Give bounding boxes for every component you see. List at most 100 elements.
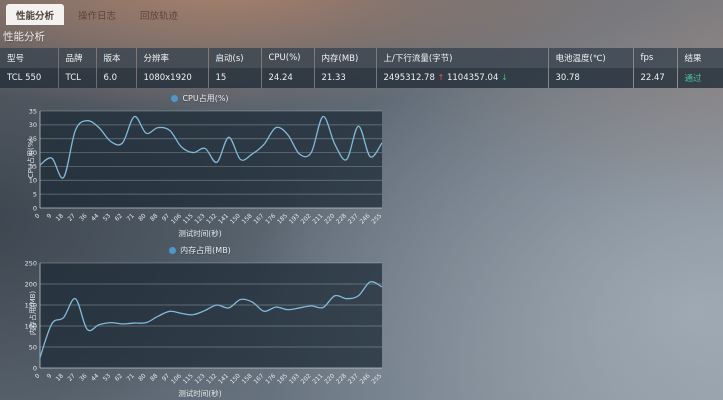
svg-text:0: 0	[33, 364, 37, 372]
svg-text:246: 246	[359, 212, 372, 225]
svg-text:167: 167	[252, 212, 265, 225]
svg-text:141: 141	[217, 212, 230, 225]
svg-text:220: 220	[323, 212, 336, 225]
cell-cpu: 24.24	[261, 68, 314, 88]
cell-startup: 15	[208, 68, 261, 88]
svg-text:80: 80	[137, 212, 147, 222]
tab-bar: 性能分析 操作日志 回放轨迹	[0, 0, 723, 25]
svg-text:18: 18	[55, 212, 65, 222]
cell-fps: 22.47	[633, 68, 677, 88]
svg-text:36: 36	[78, 372, 88, 382]
svg-text:132: 132	[205, 372, 218, 385]
tab-performance-analysis[interactable]: 性能分析	[6, 4, 64, 25]
svg-text:80: 80	[137, 372, 147, 382]
page-title: 性能分析	[0, 25, 723, 48]
svg-text:106: 106	[170, 372, 183, 385]
cell-model: TCL 550	[0, 68, 58, 88]
svg-text:36: 36	[78, 212, 88, 222]
svg-text:246: 246	[359, 372, 372, 385]
traffic-down-value: 1104357.04	[447, 73, 498, 83]
cpu-line-chart: 0510152025303509182736445362718088971061…	[14, 106, 386, 230]
svg-text:71: 71	[125, 372, 135, 382]
cell-battery-temp: 30.78	[548, 68, 633, 88]
col-header-resolution: 分辨率	[136, 48, 208, 68]
svg-text:88: 88	[149, 212, 159, 222]
table-header-row: 型号 品牌 版本 分辨率 启动(s) CPU(%) 内存(MB) 上/下行流量(…	[0, 48, 723, 68]
svg-text:141: 141	[217, 372, 230, 385]
svg-text:185: 185	[276, 372, 289, 385]
svg-text:9: 9	[46, 212, 54, 220]
svg-text:176: 176	[264, 372, 277, 385]
svg-text:202: 202	[300, 212, 313, 225]
memory-y-axis-title: 内存占用(MB)	[28, 291, 38, 335]
cell-memory: 21.33	[314, 68, 376, 88]
svg-text:123: 123	[193, 372, 206, 385]
col-header-traffic: 上/下行流量(字节)	[376, 48, 548, 68]
svg-text:30: 30	[29, 121, 37, 129]
memory-line-chart: 0501001502002500918273644536271808897106…	[14, 258, 386, 390]
cell-result-status-badge: 通过	[677, 68, 723, 88]
svg-text:211: 211	[311, 212, 324, 225]
col-header-memory: 内存(MB)	[314, 48, 376, 68]
cell-resolution: 1080x1920	[136, 68, 208, 88]
svg-text:88: 88	[149, 372, 159, 382]
svg-text:158: 158	[241, 372, 254, 385]
svg-text:0: 0	[34, 372, 42, 380]
svg-text:193: 193	[288, 212, 301, 225]
svg-text:150: 150	[229, 372, 242, 385]
traffic-down-arrow-icon: ↓	[501, 73, 508, 82]
svg-text:18: 18	[55, 372, 65, 382]
cpu-chart-block: CPU占用(%) CPU占用(%) 0510152025303509182736…	[14, 91, 434, 239]
svg-text:158: 158	[241, 212, 254, 225]
traffic-up-value: 2495312.78	[384, 73, 435, 83]
svg-text:220: 220	[323, 372, 336, 385]
svg-text:35: 35	[29, 107, 37, 115]
tab-operation-log[interactable]: 操作日志	[68, 4, 126, 25]
svg-text:115: 115	[182, 372, 195, 385]
cpu-legend-dot-icon	[171, 95, 178, 102]
svg-text:237: 237	[347, 212, 360, 225]
svg-text:123: 123	[193, 212, 206, 225]
svg-text:106: 106	[170, 212, 183, 225]
table-row[interactable]: TCL 550 TCL 6.0 1080x1920 15 24.24 21.33…	[0, 68, 723, 88]
svg-text:255: 255	[370, 212, 383, 225]
col-header-brand: 品牌	[58, 48, 96, 68]
svg-text:71: 71	[125, 212, 135, 222]
svg-text:44: 44	[90, 372, 100, 382]
svg-text:53: 53	[102, 372, 112, 382]
svg-text:50: 50	[29, 343, 37, 351]
memory-chart-legend[interactable]: 内存占用(MB)	[14, 243, 386, 257]
col-header-battery-temp: 电池温度(℃)	[548, 48, 633, 68]
svg-text:228: 228	[335, 212, 348, 225]
svg-text:255: 255	[370, 372, 383, 385]
svg-text:44: 44	[90, 212, 100, 222]
cpu-chart-legend[interactable]: CPU占用(%)	[14, 91, 386, 105]
svg-text:132: 132	[205, 212, 218, 225]
col-header-fps: fps	[633, 48, 677, 68]
svg-text:237: 237	[347, 372, 360, 385]
svg-text:9: 9	[46, 372, 54, 380]
svg-text:53: 53	[102, 212, 112, 222]
cpu-y-axis-title: CPU占用(%)	[26, 138, 36, 178]
col-header-version: 版本	[96, 48, 136, 68]
tab-playback-track[interactable]: 回放轨迹	[130, 4, 188, 25]
performance-table: 型号 品牌 版本 分辨率 启动(s) CPU(%) 内存(MB) 上/下行流量(…	[0, 48, 723, 88]
svg-text:185: 185	[276, 212, 289, 225]
cell-brand: TCL	[58, 68, 96, 88]
svg-text:250: 250	[25, 259, 37, 267]
svg-text:228: 228	[335, 372, 348, 385]
svg-text:202: 202	[300, 372, 313, 385]
svg-text:176: 176	[264, 212, 277, 225]
svg-text:0: 0	[34, 212, 42, 220]
svg-text:62: 62	[114, 212, 124, 222]
memory-legend-label: 内存占用(MB)	[180, 245, 231, 256]
svg-text:167: 167	[252, 372, 265, 385]
cell-version: 6.0	[96, 68, 136, 88]
svg-text:5: 5	[33, 190, 37, 198]
svg-text:115: 115	[182, 212, 195, 225]
cell-traffic: 2495312.78 ↑ 1104357.04 ↓	[376, 68, 548, 88]
svg-text:27: 27	[66, 212, 76, 222]
col-header-model: 型号	[0, 48, 58, 68]
memory-chart-block: 内存占用(MB) 内存占用(MB) 0501001502002500918273…	[14, 243, 434, 399]
svg-text:27: 27	[66, 372, 76, 382]
